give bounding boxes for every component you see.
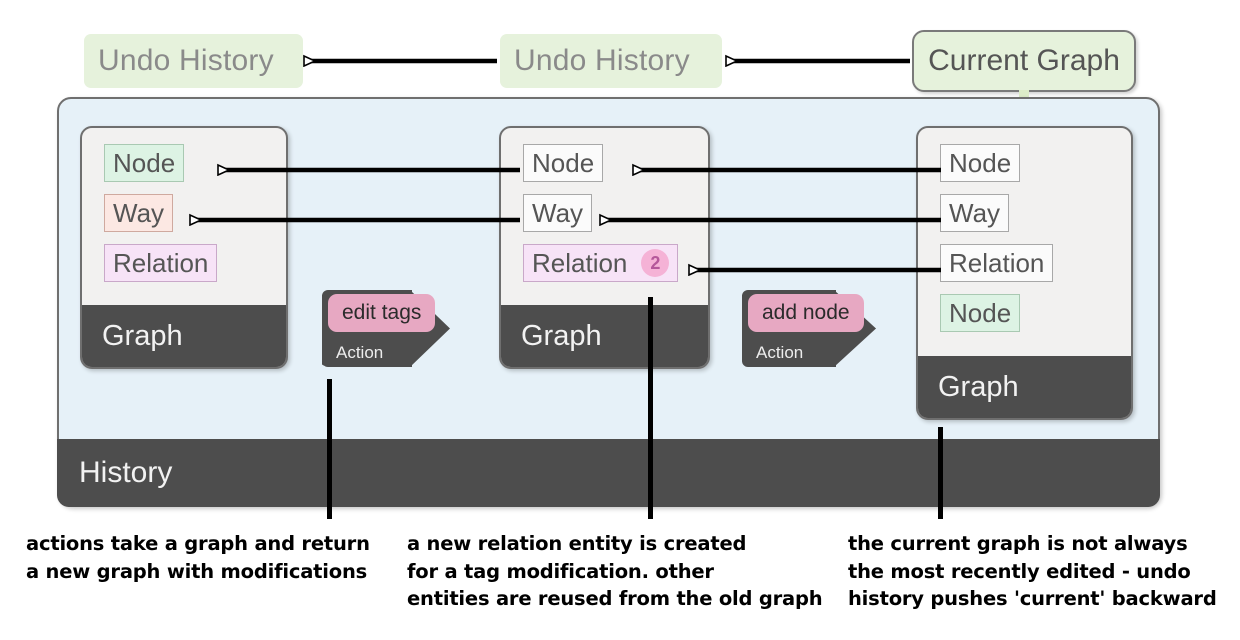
diagram-canvas: Undo History Undo History Current Graph …: [0, 0, 1240, 640]
action-label: add node: [762, 301, 850, 324]
caption-new-relation: a new relation entity is created for a t…: [407, 532, 823, 611]
undo-history-label: Undo History: [98, 44, 274, 77]
entity-label: Way: [949, 198, 1001, 228]
entity-label: Relation: [532, 248, 628, 278]
current-graph-chip: Current Graph: [912, 30, 1136, 92]
caption-current-graph: the current graph is not always the most…: [848, 532, 1217, 611]
entity-label: Node: [949, 148, 1012, 178]
action-label-chip: add node: [748, 294, 864, 332]
action-sublabel: Action: [336, 343, 384, 362]
current-graph-label: Current Graph: [928, 44, 1120, 77]
entity-label: Relation: [113, 248, 209, 278]
entity-node: Node: [104, 144, 185, 182]
action-sublabel: Action: [756, 343, 804, 362]
caption-leader-line-3: [938, 427, 943, 519]
history-bar: History: [57, 439, 1160, 507]
graph-footer-label: Graph: [938, 370, 1019, 403]
action-label: edit tags: [342, 301, 422, 324]
entity-label: Way: [532, 198, 584, 228]
entity-label: Node: [949, 298, 1012, 328]
graph-entities: Node Way Relation Node: [918, 128, 1131, 356]
entity-way: Way: [104, 194, 174, 232]
graph-entities: Node Way Relation 2: [501, 128, 708, 305]
graph-footer-label: Graph: [521, 319, 602, 352]
undo-history-label: Undo History: [514, 44, 690, 77]
action-edit-tags: edit tags Action: [322, 290, 450, 367]
caption-actions: actions take a graph and return a new gr…: [26, 532, 370, 583]
entity-node: Node: [523, 144, 604, 182]
graph-footer: Graph: [501, 305, 708, 367]
entity-node-new: Node: [940, 294, 1021, 332]
entity-relation: Relation: [104, 244, 218, 282]
entity-way: Way: [523, 194, 593, 232]
entity-label: Way: [113, 198, 165, 228]
caption-leader-line-1: [327, 379, 332, 519]
entity-way: Way: [940, 194, 1010, 232]
graph-card-oldest: Node Way Relation Graph: [80, 126, 288, 369]
entity-relation: Relation 2: [523, 244, 679, 282]
caption-leader-line-2: [648, 297, 653, 519]
graph-footer: Graph: [82, 305, 286, 367]
entity-label: Relation: [949, 248, 1045, 278]
graph-footer: Graph: [918, 356, 1131, 418]
entity-label: Node: [113, 148, 176, 178]
action-add-node: add node Action: [742, 290, 876, 367]
relation-count-badge: 2: [641, 249, 670, 277]
graph-card-middle: Node Way Relation 2 Graph: [499, 126, 710, 369]
action-label-chip: edit tags: [328, 294, 436, 332]
undo-history-chip-left: Undo History: [84, 34, 303, 88]
history-label: History: [79, 456, 173, 489]
entity-label: Node: [532, 148, 595, 178]
undo-history-chip-middle: Undo History: [500, 34, 722, 88]
entity-node: Node: [940, 144, 1021, 182]
entity-relation: Relation: [940, 244, 1054, 282]
graph-footer-label: Graph: [102, 319, 183, 352]
graph-card-current: Node Way Relation Node Graph: [916, 126, 1133, 420]
graph-entities: Node Way Relation: [82, 128, 286, 305]
